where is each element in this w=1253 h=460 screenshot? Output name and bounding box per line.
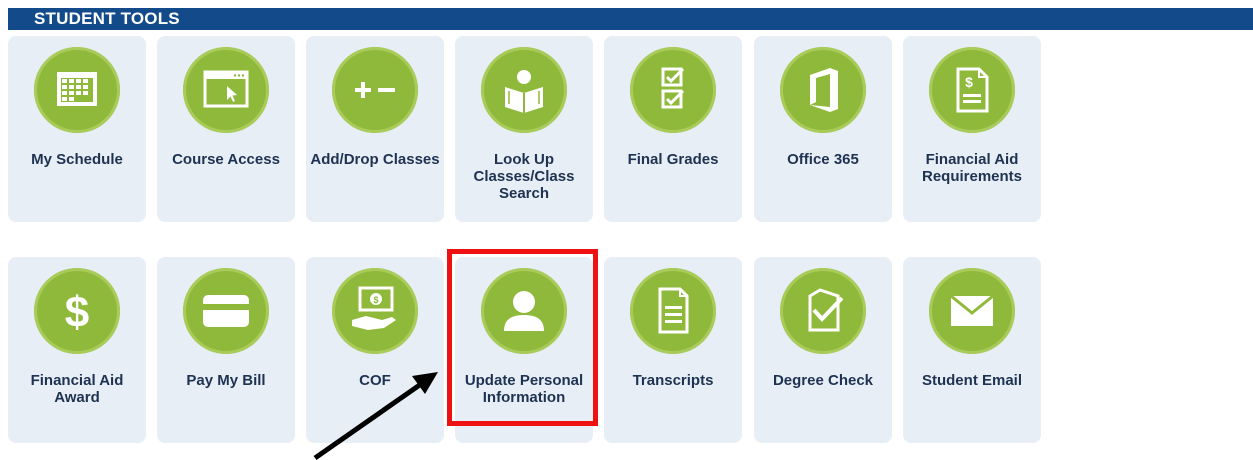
calendar-icon: [34, 47, 120, 133]
tile-office-365[interactable]: Office 365: [754, 36, 892, 222]
document-check-icon: [780, 268, 866, 354]
tile-pay-my-bill[interactable]: Pay My Bill: [157, 257, 295, 443]
tile-label: Office 365: [787, 151, 859, 168]
svg-text:$: $: [373, 295, 378, 305]
dollar-document-icon: $: [929, 47, 1015, 133]
tile-student-email[interactable]: Student Email: [903, 257, 1041, 443]
tile-financial-aid-requirements[interactable]: $ Financial Aid Requirements: [903, 36, 1041, 222]
svg-text:$: $: [965, 74, 973, 90]
tile-label: Add/Drop Classes: [310, 151, 440, 168]
tile-label: Final Grades: [627, 151, 719, 168]
svg-text:$: $: [65, 288, 89, 337]
section-title: STUDENT TOOLS: [34, 9, 180, 28]
tile-label: Transcripts: [632, 372, 714, 389]
office-logo-icon: [780, 47, 866, 133]
tile-add-drop-classes[interactable]: Add/Drop Classes: [306, 36, 444, 222]
tile-cof[interactable]: $ COF: [306, 257, 444, 443]
dollar-icon: $: [34, 268, 120, 354]
tile-course-access[interactable]: Course Access: [157, 36, 295, 222]
student-tools-header: STUDENT TOOLS: [8, 8, 1253, 30]
envelope-icon: [929, 268, 1015, 354]
tile-label: Course Access: [172, 151, 280, 168]
tile-label: Student Email: [921, 372, 1022, 389]
tile-my-schedule[interactable]: My Schedule: [8, 36, 146, 222]
tile-label: Financial Aid Award: [30, 372, 124, 406]
highlight-box: [447, 249, 598, 426]
tile-label: Degree Check: [772, 372, 874, 389]
tile-label: COF: [359, 372, 391, 389]
credit-card-icon: [183, 268, 269, 354]
tile-transcripts[interactable]: Transcripts: [604, 257, 742, 443]
document-icon: [630, 268, 716, 354]
tile-label: My Schedule: [31, 151, 123, 168]
tile-label: Look Up Classes/Class Search: [473, 151, 575, 202]
open-book-icon: [481, 47, 567, 133]
tile-financial-aid-award[interactable]: $ Financial Aid Award: [8, 257, 146, 443]
tile-degree-check[interactable]: Degree Check: [754, 257, 892, 443]
tile-label: Pay My Bill: [186, 372, 266, 389]
tile-label: Financial Aid Requirements: [921, 151, 1023, 185]
plus-minus-icon: [332, 47, 418, 133]
tile-look-up-classes[interactable]: Look Up Classes/Class Search: [455, 36, 593, 222]
browser-window-icon: [183, 47, 269, 133]
tile-final-grades[interactable]: Final Grades: [604, 36, 742, 222]
checklist-icon: [630, 47, 716, 133]
cash-in-hand-icon: $: [332, 268, 418, 354]
